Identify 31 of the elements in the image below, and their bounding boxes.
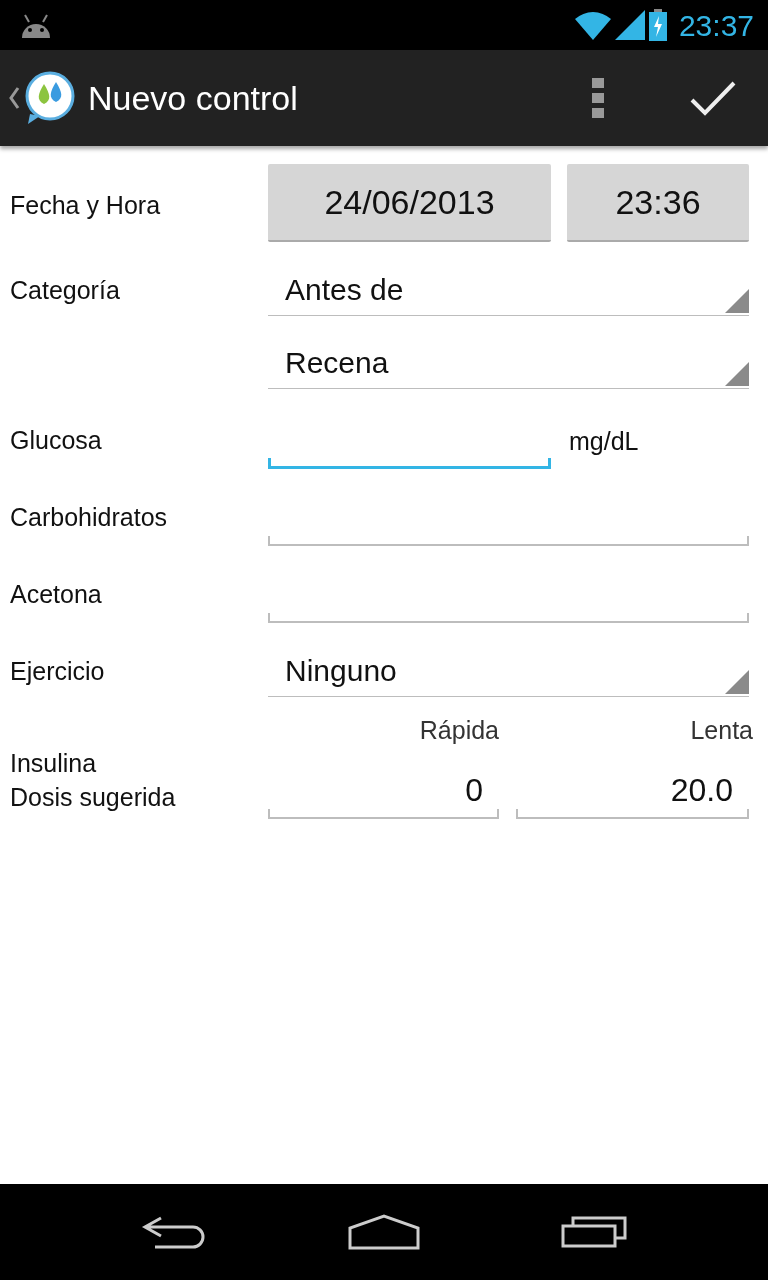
field-label: Carbohidratos — [10, 503, 168, 531]
field-label: Dosis sugerida — [10, 782, 177, 813]
field-label: Ejercicio — [10, 657, 105, 685]
recent-apps-icon[interactable] — [561, 1216, 628, 1248]
dropdown-select[interactable]: Recena — [268, 337, 749, 389]
field-label: Fecha y Hora — [10, 191, 161, 220]
dropdown-triangle-icon — [725, 670, 749, 694]
app-logo-icon[interactable] — [24, 70, 76, 126]
back-chevron-icon[interactable] — [8, 86, 20, 110]
clock-time: 23:37 — [678, 7, 754, 44]
signal-icon — [614, 10, 645, 40]
unit-label: mg/dL — [569, 425, 639, 457]
column-heading: Rápida — [418, 715, 499, 746]
field-label: Glucosa — [10, 426, 102, 454]
dropdown-select[interactable]: Antes de — [268, 264, 749, 316]
wifi-icon — [574, 10, 611, 40]
overflow-menu-icon[interactable] — [592, 78, 604, 118]
field-label: Categoría — [10, 276, 120, 304]
home-icon[interactable] — [348, 1214, 420, 1250]
checkmark-icon[interactable] — [690, 80, 736, 116]
battery-icon — [648, 9, 667, 41]
column-heading: Lenta — [689, 715, 753, 746]
back-icon[interactable] — [140, 1215, 207, 1249]
dropdown-select[interactable]: Ninguno — [268, 645, 749, 697]
date-button[interactable]: 24/06/2013 — [268, 164, 551, 242]
dropdown-triangle-icon — [725, 289, 749, 313]
field-label: Acetona — [10, 580, 102, 608]
dropdown-triangle-icon — [725, 362, 749, 386]
field-label: Insulina — [10, 748, 98, 779]
time-button[interactable]: 23:36 — [567, 164, 749, 242]
screen-title: Nuevo control — [88, 77, 298, 119]
